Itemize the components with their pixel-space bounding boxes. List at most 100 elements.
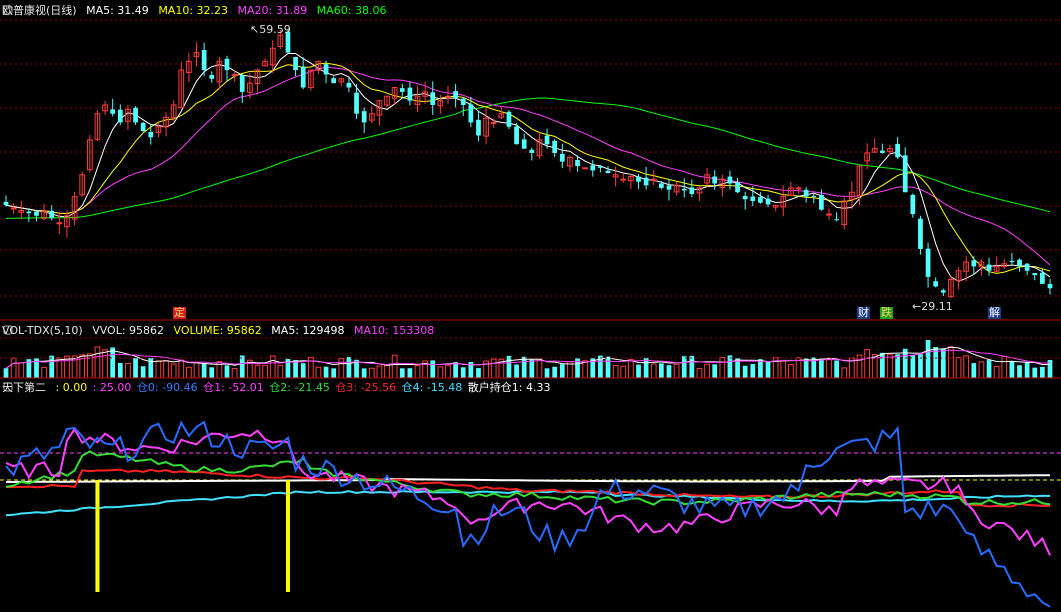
marker-jie[interactable]: 解 [988, 307, 1001, 319]
candle-body-down [552, 140, 558, 153]
candle-body-down [49, 210, 55, 219]
volume-bar-up [788, 364, 794, 379]
volume-bar-up [376, 365, 383, 379]
ma20-value: MA20: 31.89 [237, 4, 308, 17]
volume-bar-down [209, 367, 215, 378]
vvol-value: VVOL: 95862 [92, 324, 165, 337]
volume-bar-up [628, 359, 634, 379]
volume-bar-down [636, 364, 641, 378]
indicator-lines [0, 420, 1061, 608]
ma5-line [5, 53, 1051, 282]
volume-bar-down [514, 364, 519, 378]
candle-body-down [933, 281, 939, 287]
volume-bar-down [293, 360, 298, 378]
candle-body-down [735, 182, 740, 193]
candle-body-down [354, 92, 359, 114]
volume-bar-down [910, 355, 916, 378]
volume-bar-down [453, 362, 458, 378]
volume-bar-up [955, 356, 962, 379]
volume-bar-up [696, 367, 703, 379]
candle-body-down [681, 188, 687, 191]
volume-bar-up [193, 362, 200, 379]
volume-bar-down [506, 355, 512, 378]
volume-bar-up [170, 363, 177, 379]
vol-title[interactable]: VOL-TDX(5,10) [2, 324, 83, 337]
candle-body-down [902, 155, 908, 193]
volume-bar-up [673, 363, 680, 379]
volume-bar-up [10, 357, 17, 379]
candle-body-up [56, 222, 63, 225]
volume-bar-down [430, 360, 436, 378]
volume-bar-down [399, 368, 405, 378]
volume-bar-down [803, 358, 809, 378]
candle-body-down [971, 260, 977, 267]
candle-body-down [110, 109, 116, 114]
volume-bar-up [186, 366, 192, 379]
candle-body-down [1032, 273, 1038, 276]
volume-bar-down [681, 356, 687, 378]
volume-bar-down [323, 366, 329, 378]
volume-bar-up [155, 360, 162, 379]
volume-bar-down [712, 364, 718, 378]
candle-body-down [879, 150, 885, 153]
candle-body-down [140, 122, 146, 132]
volume-value: VOLUME: 95862 [173, 324, 262, 337]
candle-body-down [925, 248, 931, 277]
marker-cai[interactable]: 财 [857, 307, 870, 319]
ind-c0: 仓0: -90.46 [136, 381, 198, 394]
volume-bar-up [536, 358, 543, 379]
candle-body-down [895, 143, 900, 158]
vol-ma5-value: MA5: 129498 [271, 324, 345, 337]
candle-body-down [689, 187, 695, 194]
stock-title[interactable]: 欧普康视(日线) [2, 4, 77, 17]
candle-body-down [575, 159, 580, 167]
volume-bar-down [300, 363, 306, 378]
volume-bar-down [346, 356, 352, 378]
ind-c4: 仓4: -15.48 [401, 381, 463, 394]
volume-bar-up [391, 354, 398, 379]
candle-body-down [1017, 259, 1022, 267]
volume-bar-down [239, 355, 245, 378]
volume-bar-down [750, 363, 756, 378]
volume-bar-up [338, 358, 345, 379]
candle-body-down [918, 218, 923, 249]
volume-bar-up [864, 349, 870, 379]
candle-body-down [133, 107, 138, 123]
candle-body-down [758, 197, 763, 203]
volume-bar-up [490, 358, 497, 379]
candle-body-down [460, 98, 466, 105]
volume-bar-down [765, 361, 771, 378]
volume-bar-up [612, 364, 619, 379]
volume-bar-down [117, 362, 123, 378]
marker-die[interactable]: 跌 [880, 307, 893, 319]
volume-bar-up [620, 365, 627, 379]
candle-body-down [506, 111, 512, 127]
candle-body-down [819, 194, 824, 210]
volume-bar-down [559, 364, 565, 378]
candle-body-down [201, 50, 207, 71]
volume-bar-up [841, 367, 848, 379]
candle-body-down [712, 176, 718, 184]
volume-bar-up [993, 366, 1000, 379]
volume-bar-down [110, 347, 116, 378]
ma5-value: MA5: 31.49 [86, 4, 149, 17]
volume-bar-up [178, 359, 185, 379]
candle-body-down [453, 91, 458, 98]
volume-bar-down [331, 368, 337, 378]
marker-ding[interactable]: 定 [173, 307, 186, 319]
volume-bar-down [666, 365, 672, 378]
volume-bar-up [262, 364, 268, 379]
candle-body-down [239, 75, 245, 92]
ma20-path [5, 66, 1051, 266]
candle-body-down [742, 195, 748, 200]
ma60-value: MA60: 38.06 [316, 4, 387, 17]
volume-bar-down [140, 366, 146, 378]
ind-retail: 散户持仓1: 4.33 [467, 381, 551, 394]
ind-title[interactable]: 天下第二 [2, 381, 46, 394]
chart-canvas[interactable] [0, 0, 1061, 612]
volume-bar-down [224, 365, 230, 378]
candle-body-down [598, 166, 603, 168]
candle-body-down [399, 88, 405, 92]
volume-bar-down [544, 368, 550, 378]
candle-body-down [765, 198, 771, 205]
